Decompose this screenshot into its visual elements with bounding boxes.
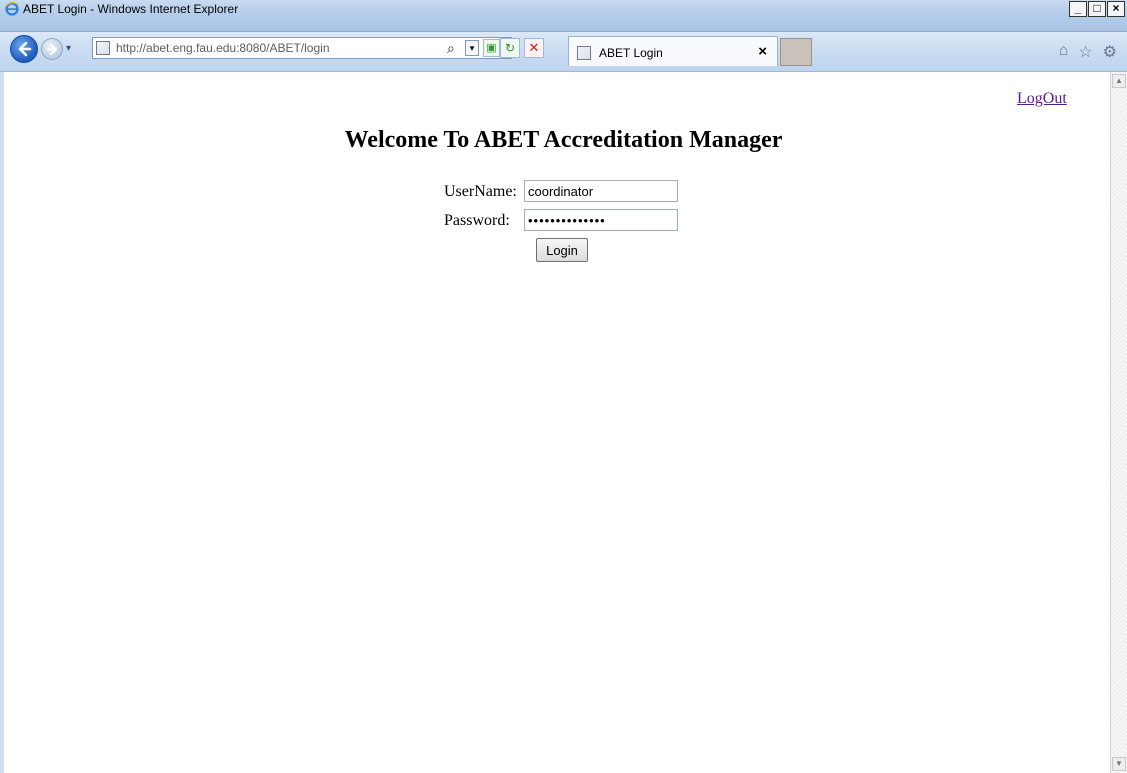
password-label: Password: <box>444 212 510 229</box>
scroll-down-icon[interactable]: ▼ <box>1112 757 1126 771</box>
tab-title: ABET Login <box>599 46 663 60</box>
stop-icon[interactable]: ✕ <box>524 38 544 58</box>
back-arrow-icon <box>18 41 32 57</box>
new-tab-button[interactable] <box>780 38 812 66</box>
vertical-scrollbar[interactable]: ▲ ▼ <box>1110 72 1127 773</box>
password-input[interactable] <box>524 209 678 231</box>
forward-button[interactable] <box>41 38 63 60</box>
login-button[interactable]: Login <box>536 238 588 262</box>
search-icon[interactable]: ⌕ <box>447 40 455 57</box>
minimize-button[interactable]: _ <box>1069 1 1087 17</box>
username-input[interactable] <box>524 180 678 202</box>
scroll-up-icon[interactable]: ▲ <box>1112 74 1126 88</box>
logout-link[interactable]: LogOut <box>1017 90 1067 108</box>
ie-logo-icon <box>5 2 19 16</box>
window-left-border <box>0 72 4 773</box>
tab-abet-login[interactable]: ABET Login × <box>568 36 778 66</box>
close-window-button[interactable]: × <box>1107 1 1125 17</box>
page-content <box>0 72 1110 773</box>
window-controls: _ □ × <box>1069 1 1125 17</box>
window-title-bar: ABET Login - Windows Internet Explorer _… <box>0 0 1127 32</box>
address-bar[interactable]: http://abet.eng.fau.edu:8080/ABET/login … <box>92 37 512 59</box>
favorites-icon[interactable]: ☆ <box>1078 42 1092 62</box>
compatibility-icon[interactable]: ▣ <box>483 39 500 57</box>
page-title: Welcome To ABET Accreditation Manager <box>344 127 783 153</box>
back-button[interactable] <box>10 35 38 63</box>
forward-arrow-icon <box>47 44 57 55</box>
url-text[interactable]: http://abet.eng.fau.edu:8080/ABET/login <box>116 41 330 55</box>
username-label: UserName: <box>444 183 517 200</box>
browser-command-icons: ⌂ ☆ ⚙ <box>1059 42 1117 62</box>
page-icon <box>577 46 591 60</box>
tab-close-icon[interactable]: × <box>758 43 767 60</box>
maximize-button[interactable]: □ <box>1088 1 1106 17</box>
home-icon[interactable]: ⌂ <box>1059 42 1069 62</box>
tools-gear-icon[interactable]: ⚙ <box>1103 42 1117 62</box>
address-dropdown-button[interactable]: ▾ <box>465 40 479 56</box>
page-icon <box>96 41 110 55</box>
refresh-icon[interactable]: ↻ <box>500 38 520 58</box>
recent-pages-dropdown[interactable]: ▾ <box>66 43 71 54</box>
window-title: ABET Login - Windows Internet Explorer <box>23 2 239 16</box>
